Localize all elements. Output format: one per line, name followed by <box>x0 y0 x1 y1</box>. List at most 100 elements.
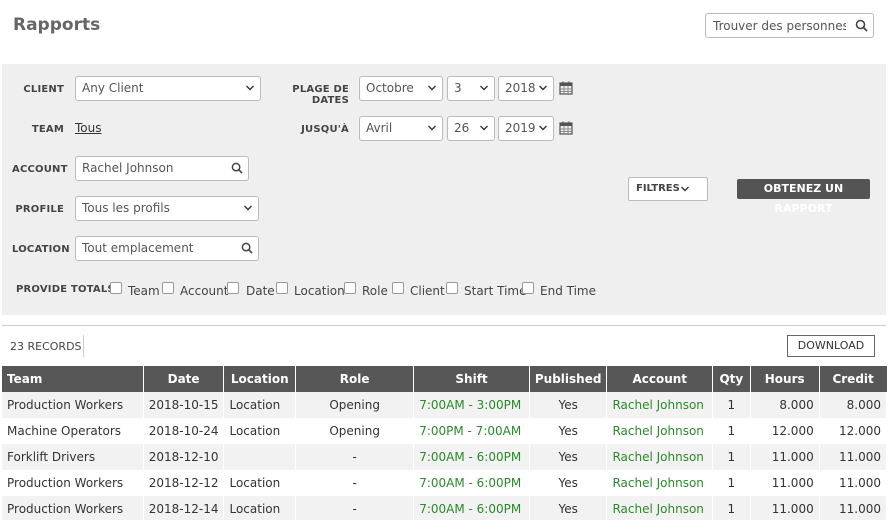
location-search-placeholder: Tout emplacement <box>82 241 194 255</box>
cell-team: Production Workers <box>2 470 144 496</box>
totals-client-checkbox[interactable] <box>392 282 404 294</box>
from-month-select[interactable]: Octobre <box>359 76 443 101</box>
cell-team: Forklift Drivers <box>2 444 144 470</box>
column-header-hours[interactable]: Hours <box>750 366 820 392</box>
location-search-field[interactable]: Tout emplacement <box>75 236 259 261</box>
cell-account-link[interactable]: Rachel Johnson <box>606 392 714 418</box>
provide-totals-label: PROVIDE TOTALS <box>16 284 115 295</box>
to-month-select[interactable]: Avril <box>359 116 443 141</box>
to-day-value: 26 <box>454 121 470 135</box>
from-year-select[interactable]: 2018 <box>498 76 554 101</box>
filters-button[interactable]: FILTRES <box>628 177 708 201</box>
cell-qty: 1 <box>712 496 751 520</box>
cell-date: 2018-12-10 <box>143 444 225 470</box>
totals-account-label: Account <box>180 284 229 298</box>
totals-location-checkbox[interactable] <box>276 282 288 294</box>
chevron-down-icon <box>539 125 547 131</box>
account-search-value: Rachel Johnson <box>82 161 174 175</box>
report-table: Team Date Location Role Shift Published … <box>2 366 888 520</box>
to-month-value: Avril <box>366 121 393 135</box>
cell-published: Yes <box>529 496 608 520</box>
account-search-field[interactable]: Rachel Johnson <box>75 156 249 181</box>
cell-shift-link[interactable]: 7:00AM - 6:00PM <box>413 444 530 470</box>
page-title: Rapports <box>13 15 101 35</box>
cell-shift-link[interactable]: 7:00AM - 6:00PM <box>413 496 530 520</box>
cell-credit: 11.000 <box>819 470 888 496</box>
cell-team: Machine Operators <box>2 418 144 444</box>
section-divider <box>2 325 886 326</box>
column-header-location[interactable]: Location <box>223 366 297 392</box>
cell-shift-link[interactable]: 7:00AM - 6:00PM <box>413 470 530 496</box>
search-icon[interactable] <box>231 162 243 174</box>
column-header-shift[interactable]: Shift <box>413 366 530 392</box>
totals-end-time-checkbox[interactable] <box>522 282 534 294</box>
table-row: Production Workers 2018-10-15 Location O… <box>2 392 888 418</box>
cell-role: - <box>295 444 415 470</box>
cell-hours: 11.000 <box>750 496 820 520</box>
profile-label: PROFILE <box>15 204 64 215</box>
table-row: Forklift Drivers 2018-12-10 - 7:00AM - 6… <box>2 444 888 470</box>
people-search-input[interactable] <box>706 14 846 37</box>
calendar-icon[interactable] <box>559 81 573 95</box>
column-header-account[interactable]: Account <box>606 366 714 392</box>
cell-team: Production Workers <box>2 392 144 418</box>
totals-client-label: Client <box>410 284 445 298</box>
cell-location: Location <box>223 496 297 520</box>
download-button[interactable]: DOWNLOAD <box>787 335 875 357</box>
people-search-box[interactable] <box>705 13 874 38</box>
chevron-down-icon <box>480 85 488 91</box>
column-header-role[interactable]: Role <box>295 366 415 392</box>
totals-account-checkbox[interactable] <box>162 282 174 294</box>
client-label: CLIENT <box>23 84 64 95</box>
chevron-down-icon <box>480 125 488 131</box>
cell-role: Opening <box>295 392 415 418</box>
totals-start-time-checkbox[interactable] <box>446 282 458 294</box>
date-range-label: PLAGE DE DATES <box>292 84 349 106</box>
cell-account-link[interactable]: Rachel Johnson <box>606 470 714 496</box>
cell-date: 2018-12-12 <box>143 470 225 496</box>
cell-role: Opening <box>295 418 415 444</box>
column-header-qty[interactable]: Qty <box>712 366 751 392</box>
chevron-down-icon <box>246 85 254 91</box>
totals-location-label: Location <box>294 284 345 298</box>
cell-published: Yes <box>529 470 608 496</box>
totals-date-label: Date <box>246 284 275 298</box>
totals-end-time-label: End Time <box>540 284 596 298</box>
cell-location: Location <box>223 418 297 444</box>
cell-account-link[interactable]: Rachel Johnson <box>606 496 714 520</box>
cell-shift-link[interactable]: 7:00PM - 7:00AM <box>413 418 530 444</box>
to-year-select[interactable]: 2019 <box>498 116 554 141</box>
totals-role-checkbox[interactable] <box>344 282 356 294</box>
column-header-team[interactable]: Team <box>2 366 144 392</box>
to-day-select[interactable]: 26 <box>447 116 495 141</box>
cell-date: 2018-10-15 <box>143 392 225 418</box>
to-year-value: 2019 <box>505 121 536 135</box>
until-label: JUSQU'À <box>301 124 349 135</box>
get-report-button[interactable]: OBTENEZ UN RAPPORT <box>737 179 870 215</box>
client-select[interactable]: Any Client <box>75 76 261 101</box>
search-icon[interactable] <box>855 19 868 32</box>
team-link[interactable]: Tous <box>75 121 102 135</box>
chevron-down-icon <box>428 85 436 91</box>
cell-location: Location <box>223 392 297 418</box>
totals-team-checkbox[interactable] <box>110 282 122 294</box>
cell-hours: 11.000 <box>750 470 820 496</box>
cell-account-link[interactable]: Rachel Johnson <box>606 444 714 470</box>
cell-account-link[interactable]: Rachel Johnson <box>606 418 714 444</box>
account-label: ACCOUNT <box>12 164 68 175</box>
filters-button-label: FILTRES <box>636 183 680 194</box>
cell-credit: 12.000 <box>819 418 888 444</box>
calendar-icon[interactable] <box>559 121 573 135</box>
chevron-down-icon <box>539 85 547 91</box>
column-header-credit[interactable]: Credit <box>819 366 887 392</box>
profile-select[interactable]: Tous les profils <box>75 196 259 221</box>
cell-shift-link[interactable]: 7:00AM - 3:00PM <box>413 392 530 418</box>
search-icon[interactable] <box>241 242 253 254</box>
column-header-published[interactable]: Published <box>529 366 608 392</box>
from-day-select[interactable]: 3 <box>447 76 495 101</box>
totals-date-checkbox[interactable] <box>227 282 239 294</box>
cell-role: - <box>295 496 415 520</box>
records-count: 23 RECORDS <box>10 340 82 353</box>
column-header-date[interactable]: Date <box>143 366 225 392</box>
cell-credit: 8.000 <box>819 392 888 418</box>
